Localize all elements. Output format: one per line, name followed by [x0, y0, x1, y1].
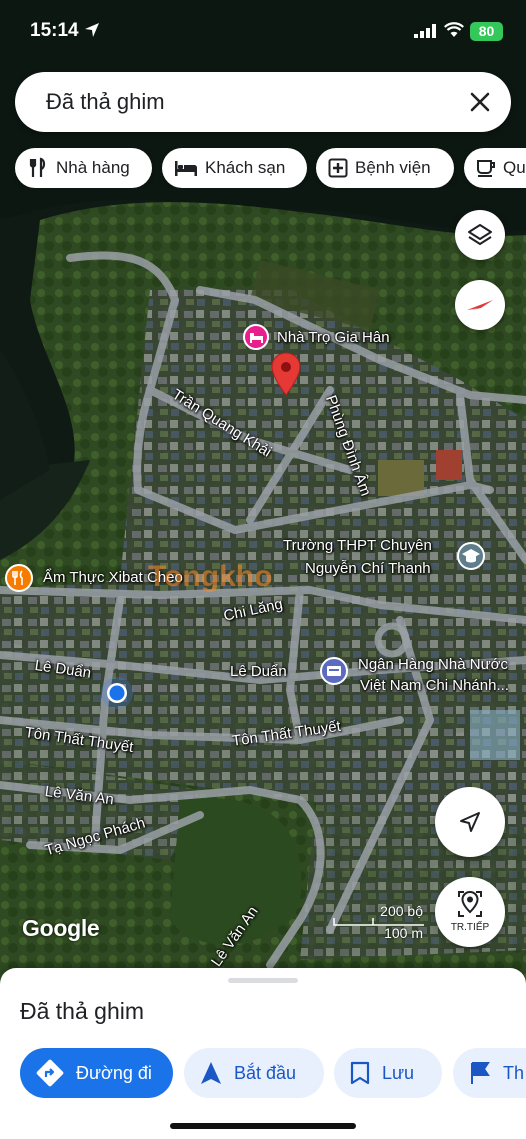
- chip-label: Nhà hàng: [56, 158, 130, 177]
- directions-button[interactable]: Đường đi: [20, 1048, 173, 1098]
- sheet-drag-handle[interactable]: [228, 978, 298, 983]
- chip-restaurants[interactable]: Nhà hàng: [15, 148, 152, 188]
- home-indicator[interactable]: [170, 1123, 356, 1129]
- compass-button[interactable]: [455, 280, 505, 330]
- watermark-text: Tongkho: [148, 560, 273, 593]
- chip-hospitals[interactable]: Bệnh viện: [316, 148, 454, 188]
- search-bar[interactable]: Đã thả ghim: [15, 72, 511, 132]
- hotel-icon: [175, 161, 197, 176]
- status-time: 15:14: [30, 20, 79, 41]
- place-label-school-line1[interactable]: Trường THPT Chuyên: [283, 537, 432, 554]
- chip-label: Qu: [503, 158, 526, 177]
- close-icon[interactable]: [465, 87, 495, 117]
- action-buttons: Đường đi Bắt đầu Lưu Th: [20, 1048, 526, 1098]
- layers-button[interactable]: [455, 210, 505, 260]
- navigation-arrow-icon: [201, 1062, 221, 1084]
- scale-metric: 100 m: [384, 925, 423, 941]
- school-marker-icon[interactable]: [456, 541, 486, 571]
- flag-icon: [471, 1062, 490, 1084]
- wifi-icon: [444, 22, 464, 37]
- navigation-arrow-icon: [460, 812, 480, 832]
- compass-icon: [467, 300, 493, 310]
- location-services-icon: [85, 23, 99, 37]
- chip-hotels[interactable]: Khách sạn: [162, 148, 307, 188]
- start-button[interactable]: Bắt đầu: [184, 1048, 324, 1098]
- category-chips: Nhà hàng Khách sạn Bệnh viện Qu: [15, 148, 526, 188]
- hospital-icon: [328, 158, 348, 178]
- save-button[interactable]: Lưu: [334, 1048, 442, 1098]
- directions-label: Đường đi: [76, 1062, 152, 1083]
- chip-label: Bệnh viện: [355, 158, 431, 177]
- place-label-bank-line2[interactable]: Việt Nam Chi Nhánh...: [360, 677, 509, 694]
- current-location-dot: [101, 677, 133, 709]
- place-label-bank-line1[interactable]: Ngân Hàng Nhà Nước: [358, 656, 508, 673]
- street-label-le-duan-2: Lê Duẩn: [230, 663, 287, 680]
- place-label-guesthouse[interactable]: Nhà Trọ Gia Hân: [277, 329, 390, 346]
- bookmark-icon: [350, 1061, 370, 1085]
- cellular-signal-icon: [414, 24, 436, 38]
- directions-icon: [36, 1059, 64, 1087]
- place-label-school-line2[interactable]: Nguyễn Chí Thanh: [305, 560, 431, 577]
- battery-indicator: 80: [470, 22, 503, 41]
- street-view-button[interactable]: TR.TIẾP: [435, 877, 505, 947]
- status-bar: 15:14 80: [0, 0, 526, 62]
- google-logo: Google: [22, 915, 100, 941]
- save-label: Lưu: [382, 1062, 415, 1083]
- dropped-pin-icon[interactable]: [271, 352, 301, 396]
- street-view-label: TR.TIẾP: [450, 922, 490, 933]
- restaurant-icon: [29, 157, 46, 177]
- label-button[interactable]: Th: [453, 1048, 526, 1098]
- my-location-button[interactable]: [435, 787, 505, 857]
- place-bottom-sheet[interactable]: Đã thả ghim Đường đi Bắt đầu Lưu Th: [0, 968, 526, 1139]
- bank-marker-icon[interactable]: [320, 657, 348, 685]
- scale-imperial: 200 bộ: [380, 903, 423, 919]
- coffee-icon: [477, 160, 495, 177]
- sheet-title: Đã thả ghim: [20, 998, 145, 1024]
- street-view-icon: [458, 890, 482, 917]
- chip-label: Khách sạn: [205, 158, 286, 177]
- scale-bar: 200 bộ 100 m: [333, 903, 425, 945]
- search-input[interactable]: Đã thả ghim: [46, 89, 165, 115]
- layers-icon: [468, 224, 492, 245]
- hotel-marker-icon[interactable]: [243, 324, 269, 350]
- chip-cafes[interactable]: Qu: [464, 148, 526, 188]
- start-label: Bắt đầu: [234, 1062, 297, 1083]
- restaurant-marker-icon[interactable]: [5, 564, 33, 592]
- label-button-label: Th: [503, 1062, 525, 1083]
